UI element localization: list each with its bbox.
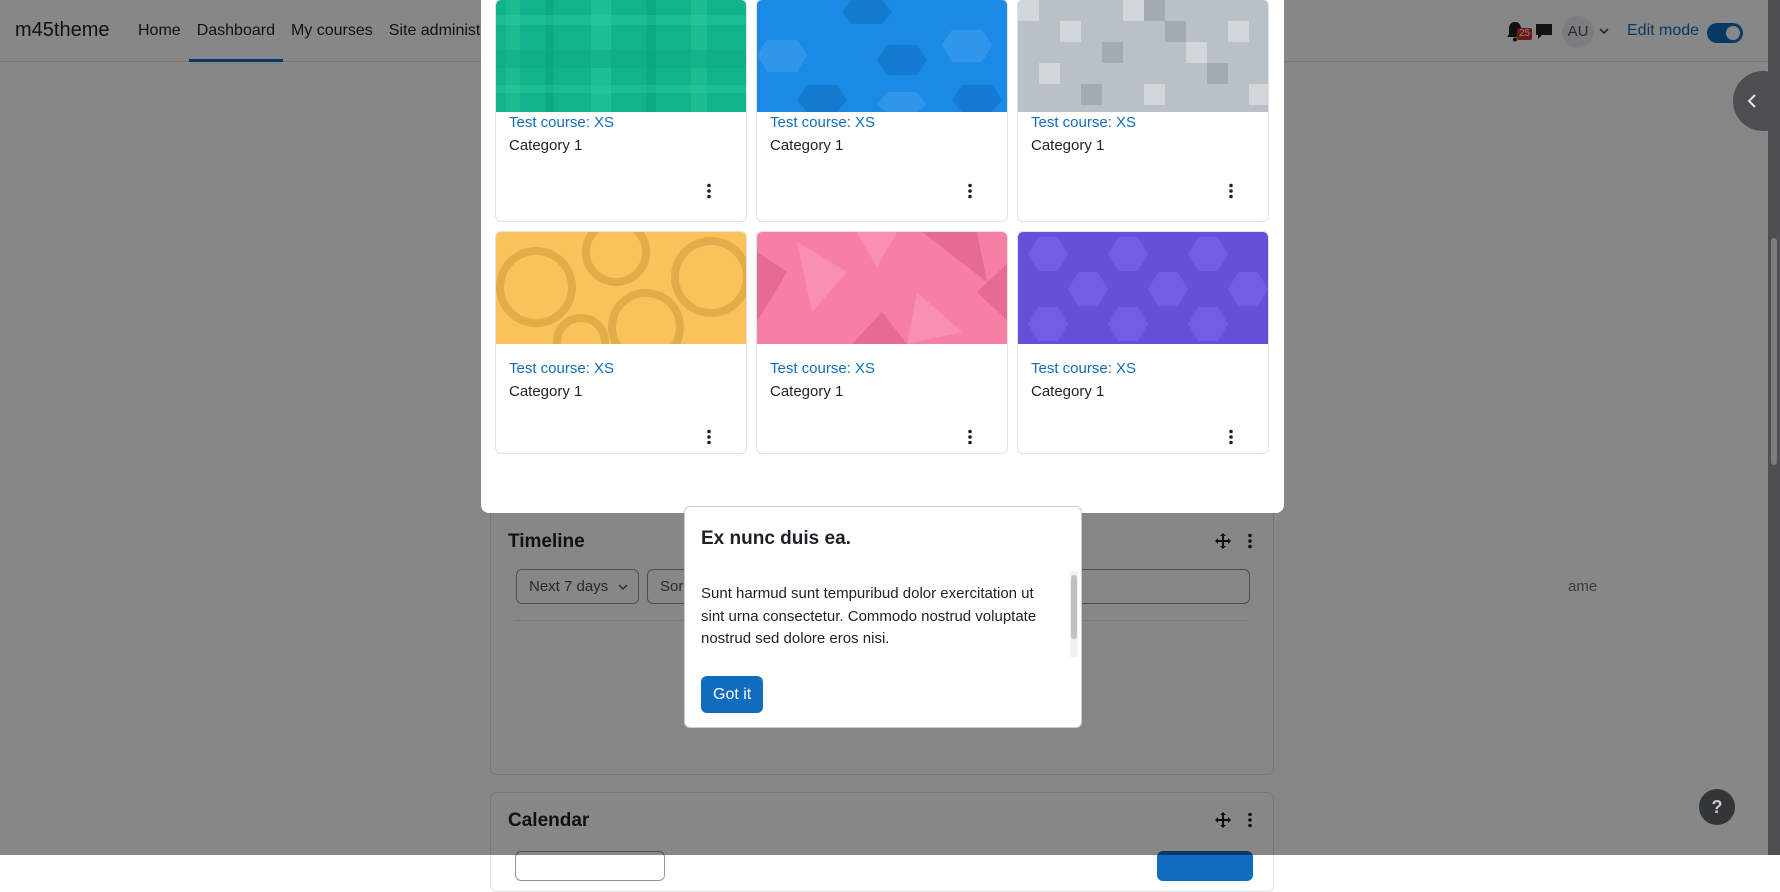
course-name-link[interactable]: Test course: XS <box>509 114 614 131</box>
course-name-link[interactable]: Test course: XS <box>509 360 614 377</box>
course-category: Category 1 <box>509 383 583 400</box>
tour-step-content: Sunt harmud sunt tempuribud dolor exerci… <box>701 585 1037 647</box>
course-image-octagons-blue[interactable] <box>757 0 1008 112</box>
course-category: Category 1 <box>509 137 583 154</box>
course-category: Category 1 <box>1031 383 1105 400</box>
kebab-menu-icon[interactable] <box>1228 429 1234 445</box>
course-card[interactable]: Test course: XS Category 1 <box>495 231 747 454</box>
course-image-triangles-pink[interactable] <box>757 232 1008 344</box>
course-card[interactable]: Test course: XS Category 1 <box>495 0 747 222</box>
course-image-squares-grey[interactable] <box>1018 0 1269 112</box>
new-event-button[interactable] <box>1157 851 1253 881</box>
kebab-menu-icon[interactable] <box>967 183 973 199</box>
course-name-link[interactable]: Test course: XS <box>1031 360 1136 377</box>
page-scrollbar[interactable] <box>1768 0 1780 855</box>
tour-step-popover: Ex nunc duis ea. Sunt harmud sunt tempur… <box>684 506 1082 728</box>
chevron-left-icon <box>1747 94 1756 108</box>
help-button[interactable]: ? <box>1699 789 1735 825</box>
course-card[interactable]: Test course: XS Category 1 <box>1017 0 1269 222</box>
kebab-menu-icon[interactable] <box>967 429 973 445</box>
kebab-menu-icon[interactable] <box>706 429 712 445</box>
page-scrollbar-thumb[interactable] <box>1771 238 1777 465</box>
course-card[interactable]: Test course: XS Category 1 <box>1017 231 1269 454</box>
course-overview-highlight: Test course: XS Category 1 Test course: … <box>481 0 1284 513</box>
course-category: Category 1 <box>770 383 844 400</box>
kebab-menu-icon[interactable] <box>706 183 712 199</box>
course-card[interactable]: Test course: XS Category 1 <box>756 231 1008 454</box>
course-name-link[interactable]: Test course: XS <box>770 360 875 377</box>
popover-scrollbar[interactable] <box>1070 571 1078 657</box>
got-it-button[interactable]: Got it <box>701 676 764 713</box>
course-image-circles-yellow[interactable] <box>496 232 747 344</box>
course-name-link[interactable]: Test course: XS <box>770 114 875 131</box>
popover-scrollbar-thumb[interactable] <box>1071 575 1077 639</box>
kebab-menu-icon[interactable] <box>1228 183 1234 199</box>
course-name-link[interactable]: Test course: XS <box>1031 114 1136 131</box>
calendar-month-select[interactable] <box>515 851 665 881</box>
course-category: Category 1 <box>770 137 844 154</box>
course-card[interactable]: Test course: XS Category 1 <box>756 0 1008 222</box>
tour-step-title: Ex nunc duis ea. <box>701 528 851 549</box>
course-category: Category 1 <box>1031 137 1105 154</box>
course-image-plaid-green[interactable] <box>496 0 747 112</box>
course-image-hexagons-purple[interactable] <box>1018 232 1269 344</box>
